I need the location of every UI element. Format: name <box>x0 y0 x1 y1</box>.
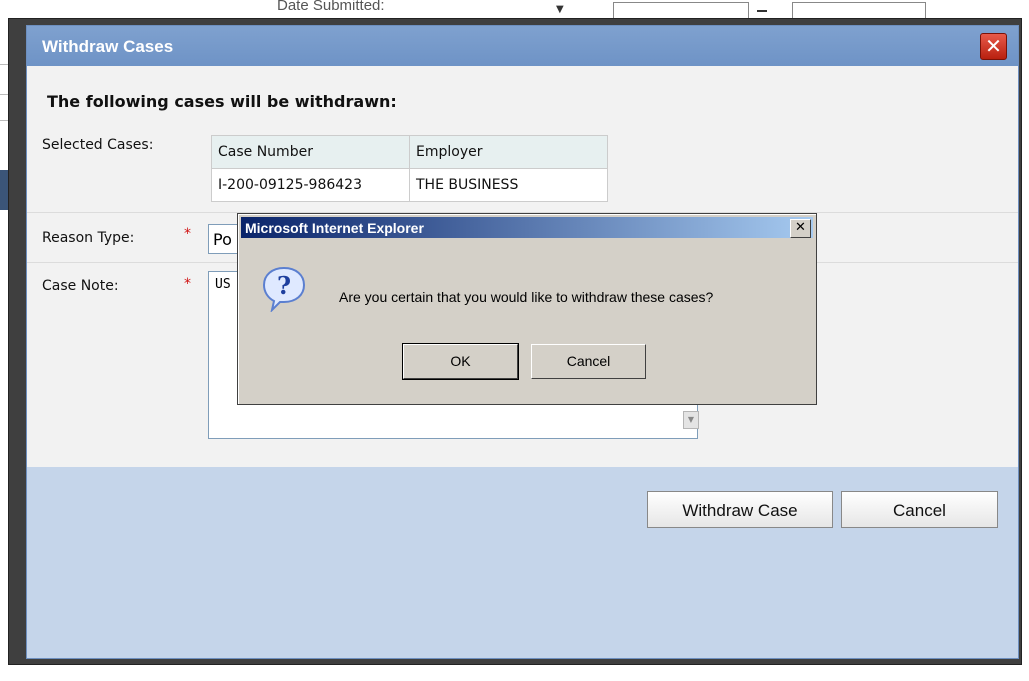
question-icon: ? <box>262 266 306 312</box>
background-row-highlight <box>0 170 8 210</box>
selected-cases-label: Selected Cases: <box>42 137 154 153</box>
alert-message: Are you certain that you would like to w… <box>339 289 714 305</box>
column-header-employer: Employer <box>409 135 608 169</box>
alert-title: Microsoft Internet Explorer <box>245 220 424 236</box>
background-divider <box>0 64 8 65</box>
case-number-cell: I-200-09125-986423 <box>211 168 410 202</box>
employer-cell: THE BUSINESS <box>409 168 608 202</box>
table-header-row: Case Number Employer <box>211 135 608 169</box>
scroll-down-icon[interactable]: ▼ <box>683 411 699 429</box>
required-marker: * <box>184 276 191 292</box>
column-header-case-number: Case Number <box>211 135 410 169</box>
table-row: I-200-09125-986423 THE BUSINESS <box>211 168 608 202</box>
withdraw-case-button[interactable]: Withdraw Case <box>647 491 833 528</box>
alert-cancel-button[interactable]: Cancel <box>531 344 646 379</box>
confirm-alert: Microsoft Internet Explorer ✕ ? Are you … <box>237 213 817 405</box>
ok-button[interactable]: OK <box>402 343 519 380</box>
date-submitted-label: Date Submitted: <box>277 0 385 14</box>
background-divider <box>0 120 8 121</box>
selected-cases-table: Case Number Employer I-200-09125-986423 … <box>211 135 608 202</box>
case-note-label: Case Note: <box>42 278 119 294</box>
close-icon[interactable]: ✕ <box>980 33 1007 60</box>
alert-close-icon[interactable]: ✕ <box>790 219 811 238</box>
dropdown-arrow-icon: ▼ <box>556 4 564 15</box>
alert-titlebar: Microsoft Internet Explorer ✕ <box>241 217 813 238</box>
dialog-heading: The following cases will be withdrawn: <box>47 92 397 111</box>
background-divider <box>0 94 8 95</box>
cancel-button[interactable]: Cancel <box>841 491 998 528</box>
svg-text:?: ? <box>277 271 291 300</box>
range-dash <box>757 10 767 12</box>
required-marker: * <box>184 226 191 242</box>
dialog-titlebar: Withdraw Cases ✕ <box>27 26 1018 66</box>
dialog-title: Withdraw Cases <box>42 37 174 56</box>
reason-type-label: Reason Type: <box>42 230 135 246</box>
